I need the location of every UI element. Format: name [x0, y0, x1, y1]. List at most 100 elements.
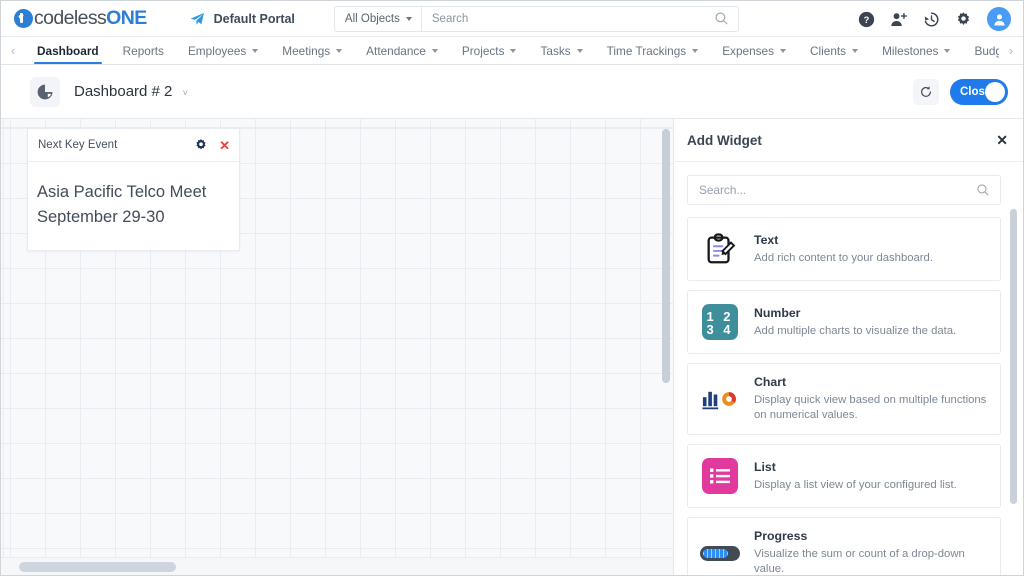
widget-title: Next Key Event [38, 139, 118, 151]
nav-next-button[interactable]: › [999, 37, 1023, 64]
widget-option-number[interactable]: 1 2 3 4 Number Add multiple charts to vi… [687, 290, 1001, 354]
canvas-vertical-scrollbar[interactable] [662, 121, 670, 573]
portal-label: Default Portal [213, 11, 295, 26]
top-bar: codelessONE Default Portal All Objects S… [1, 1, 1023, 37]
widget-body: Asia Pacific Telco Meet September 29-30 [28, 162, 239, 250]
widget-icon-container [700, 229, 740, 269]
canvas-horizontal-scrollbar[interactable] [1, 557, 673, 575]
search-icon[interactable] [976, 183, 990, 197]
tab-milestones[interactable]: Milestones [870, 37, 962, 64]
tab-clients[interactable]: Clients [798, 37, 870, 64]
panel-header: Add Widget ✕ [674, 119, 1023, 162]
widget-option-progress[interactable]: Progress Visualize the sum or count of a… [687, 517, 1001, 575]
search-placeholder: Search [431, 12, 469, 25]
portal-selector[interactable]: Default Portal [189, 11, 295, 27]
widget-search-placeholder: Search... [699, 183, 747, 197]
chevron-down-icon [692, 48, 699, 53]
tab-projects[interactable]: Projects [450, 37, 529, 64]
help-icon[interactable]: ? [858, 11, 875, 28]
widget-option-text[interactable]: Text Add rich content to your dashboard. [687, 217, 1001, 281]
search-icon[interactable] [714, 11, 729, 26]
panel-title: Add Widget [687, 132, 762, 148]
scrollbar-thumb[interactable] [662, 129, 670, 383]
panel-vertical-scrollbar[interactable] [1010, 209, 1017, 575]
widget-option-name: Number [754, 305, 801, 320]
number-icon-row-top: 1 2 [706, 308, 734, 324]
tab-meetings[interactable]: Meetings [270, 37, 354, 64]
widget-close-button[interactable]: ✕ [219, 139, 230, 152]
widget-option-name: Chart [754, 375, 787, 389]
tab-expenses[interactable]: Expenses [710, 37, 798, 64]
tab-label: Employees [187, 43, 247, 58]
widget-option-text-content: Text Add rich content to your dashboard. [754, 233, 988, 266]
gear-icon[interactable] [955, 11, 972, 28]
user-icon [993, 13, 1005, 25]
progress-fill [703, 548, 728, 558]
svg-text:?: ? [864, 15, 870, 25]
bar-donut-chart-icon [702, 391, 736, 410]
event-date: September 29-30 [37, 208, 165, 226]
scrollbar-thumb[interactable] [19, 562, 176, 572]
widget-option-desc: Visualize the sum or count of a drop-dow… [754, 548, 965, 575]
object-filter-dropdown[interactable]: All Objects [335, 6, 422, 31]
tab-label: Milestones [882, 43, 939, 58]
logo-text-accent: ONE [106, 7, 147, 29]
close-toggle[interactable]: Close [950, 78, 1008, 105]
tab-label: Clients [810, 43, 847, 58]
panel-close-button[interactable]: ✕ [996, 133, 1008, 147]
clipboard-pencil-icon [707, 233, 736, 264]
chevron-down-icon [944, 48, 951, 53]
nav-prev-button[interactable]: ‹ [1, 37, 25, 64]
logo-text: codelessONE [34, 7, 147, 30]
tab-attendance[interactable]: Attendance [354, 37, 450, 64]
dashboard-canvas[interactable]: Next Key Event ✕ Asia Pacific Telco Meet… [1, 119, 673, 575]
panel-body: Search... Text Add rich content to your … [674, 162, 1023, 575]
tab-label: Projects [461, 43, 505, 58]
tab-tasks[interactable]: Tasks [528, 37, 594, 64]
page-title[interactable]: Dashboard # 2 ˅ [74, 83, 188, 100]
widget-option-name: Progress [754, 529, 808, 543]
chevron-down-icon [405, 16, 412, 21]
tab-reports[interactable]: Reports [111, 37, 176, 64]
chevron-down-icon [780, 48, 786, 53]
object-filter-label: All Objects [344, 12, 400, 25]
tab-budgets[interactable]: Budgets [962, 37, 999, 64]
top-bar-actions: ? [858, 1, 1011, 37]
refresh-button[interactable] [913, 78, 939, 105]
dashboard-header: Dashboard # 2 ˅ Close [1, 65, 1023, 119]
refresh-icon [921, 85, 931, 97]
widget-icon-container [700, 533, 740, 573]
progress-bar-icon [700, 545, 740, 561]
widget-header: Next Key Event ✕ [28, 129, 239, 162]
tab-time-trackings[interactable]: Time Trackings [595, 37, 711, 64]
add-widget-panel: Add Widget ✕ Search... Text Add rich con… [673, 119, 1023, 575]
avatar[interactable] [987, 7, 1011, 31]
widget-option-text-content: Number Add multiple charts to visualize … [754, 306, 988, 339]
number-icon-row-bottom: 3 4 [706, 321, 734, 337]
search-input[interactable]: Search [422, 7, 714, 31]
widget-option-name: List [754, 459, 776, 474]
add-user-icon[interactable] [890, 11, 908, 28]
page-title-text: Dashboard # 2 [74, 83, 173, 100]
widget-search-input[interactable]: Search... [687, 175, 1001, 205]
chevron-down-icon [576, 48, 583, 53]
widget-icon-container: 1 2 3 4 [700, 302, 740, 342]
gear-icon[interactable] [194, 138, 208, 152]
tab-label: Reports [122, 43, 164, 58]
tab-label: Time Trackings [606, 43, 687, 58]
list-icon [702, 458, 738, 494]
widget-option-chart[interactable]: Chart Display quick view based on multip… [687, 363, 1001, 435]
history-icon[interactable] [923, 11, 940, 28]
widget-next-key-event[interactable]: Next Key Event ✕ Asia Pacific Telco Meet… [27, 128, 240, 251]
scrollbar-thumb[interactable] [1010, 209, 1017, 504]
tab-employees[interactable]: Employees [176, 37, 270, 64]
tab-label: Attendance [366, 43, 426, 58]
dashboard-icon-container [30, 76, 60, 107]
widget-option-desc: Add multiple charts to visualize the dat… [754, 324, 957, 337]
widget-option-list[interactable]: List Display a list view of your configu… [687, 444, 1001, 508]
widget-option-desc: Add rich content to your dashboard. [754, 251, 933, 264]
chevron-down-icon [336, 48, 343, 53]
app-logo[interactable]: codelessONE [14, 7, 147, 30]
widget-option-text-content: Progress Visualize the sum or count of a… [754, 529, 988, 575]
tab-dashboard[interactable]: Dashboard [25, 37, 111, 64]
